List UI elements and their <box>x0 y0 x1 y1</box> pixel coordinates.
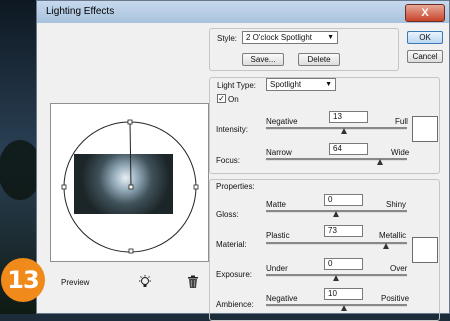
intensity-slider-thumb[interactable] <box>341 128 347 134</box>
gloss-min-label: Matte <box>266 200 287 209</box>
step-number-badge: 13 <box>1 258 45 302</box>
trash-icon[interactable] <box>187 275 199 289</box>
properties-group: Properties: Gloss: Matte 0 Shiny Materia… <box>209 179 440 321</box>
intensity-label: Intensity: <box>216 125 249 134</box>
save-button[interactable]: Save... <box>242 53 284 66</box>
exposure-slider-thumb[interactable] <box>333 275 339 281</box>
light-type-dropdown[interactable]: Spotlight ▼ <box>266 78 336 91</box>
exposure-max-label: Over <box>390 264 408 273</box>
intensity-min-label: Negative <box>266 117 298 126</box>
intensity-slider-track[interactable] <box>266 127 407 130</box>
material-label: Material: <box>216 240 247 249</box>
ambience-field[interactable]: 10 <box>324 288 363 300</box>
light-ellipse-overlay[interactable] <box>51 104 208 261</box>
lightbulb-icon[interactable] <box>138 275 152 289</box>
close-button[interactable]: X <box>405 4 445 22</box>
cancel-button[interactable]: Cancel <box>407 50 443 63</box>
chevron-down-icon: ▼ <box>325 81 332 88</box>
light-color-swatch[interactable] <box>412 116 438 142</box>
focus-slider-thumb[interactable] <box>377 159 383 165</box>
style-label: Style: <box>217 34 238 43</box>
delete-button[interactable]: Delete <box>298 53 340 66</box>
intensity-max-label: Full <box>395 117 408 126</box>
focus-slider-track[interactable] <box>266 158 407 161</box>
light-type-group: Light Type: Spotlight ▼ ✓ On Intensity: … <box>209 77 440 174</box>
gloss-field[interactable]: 0 <box>324 194 363 206</box>
chevron-down-icon: ▼ <box>327 34 334 41</box>
light-type-label: Light Type: <box>217 81 256 90</box>
ambience-label: Ambience: <box>216 300 254 309</box>
ambience-max-label: Positive <box>381 294 410 303</box>
focus-max-label: Wide <box>391 148 410 157</box>
exposure-field[interactable]: 0 <box>324 258 363 270</box>
lighting-effects-dialog: Lighting Effects X Preview Style: 2 O'cl… <box>36 0 450 321</box>
material-max-label: Metallic <box>379 231 407 240</box>
on-label: On <box>228 95 239 104</box>
gloss-max-label: Shiny <box>386 200 407 209</box>
focus-field[interactable]: 64 <box>329 143 368 155</box>
preview-canvas[interactable] <box>50 103 209 262</box>
exposure-min-label: Under <box>266 264 288 273</box>
properties-label: Properties: <box>216 182 255 191</box>
material-field[interactable]: 73 <box>324 225 363 237</box>
ambience-slider-thumb[interactable] <box>341 305 347 311</box>
style-group: Style: 2 O'clock Spotlight ▼ Save... Del… <box>209 28 399 71</box>
style-dropdown[interactable]: 2 O'clock Spotlight ▼ <box>242 31 338 44</box>
preview-checkbox-label[interactable]: Preview <box>61 278 89 287</box>
intensity-field[interactable]: 13 <box>329 111 368 123</box>
gloss-slider-thumb[interactable] <box>333 211 339 217</box>
exposure-label: Exposure: <box>216 270 253 279</box>
dialog-title: Lighting Effects <box>46 6 115 17</box>
ok-button[interactable]: OK <box>407 31 443 44</box>
style-dropdown-value: 2 O'clock Spotlight <box>246 33 313 42</box>
light-type-value: Spotlight <box>270 80 302 89</box>
material-slider-thumb[interactable] <box>383 243 389 249</box>
gloss-label: Gloss: <box>216 210 239 219</box>
on-checkbox[interactable]: ✓ <box>217 94 226 103</box>
title-bar[interactable]: Lighting Effects X <box>37 1 449 23</box>
ambience-min-label: Negative <box>266 294 298 303</box>
ambience-slider-track[interactable] <box>266 304 407 307</box>
focus-label: Focus: <box>216 156 241 165</box>
material-min-label: Plastic <box>266 231 290 240</box>
ambient-color-swatch[interactable] <box>412 237 438 263</box>
focus-min-label: Narrow <box>266 148 292 157</box>
